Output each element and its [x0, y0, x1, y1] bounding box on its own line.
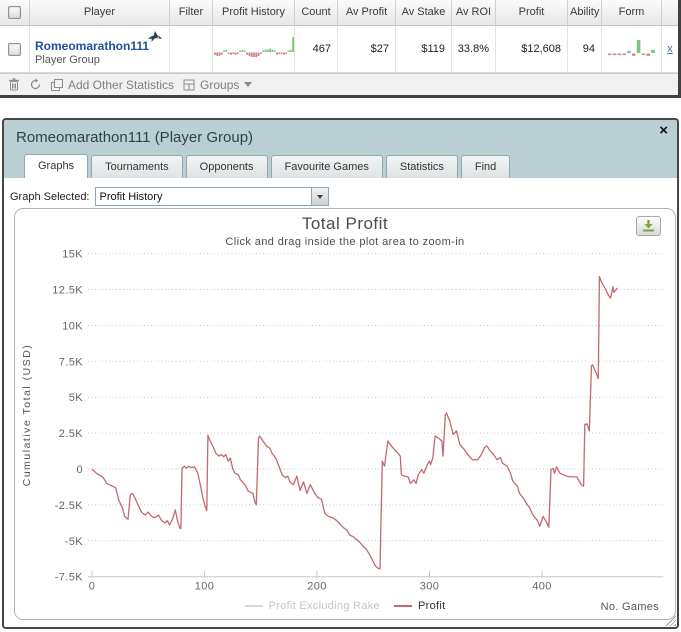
tab-find[interactable]: Find [460, 155, 511, 178]
column-header-av-stake[interactable]: Av Stake [396, 0, 452, 25]
x-axis-title: No. Games [600, 601, 659, 613]
av-profit-cell: $27 [338, 26, 396, 72]
table-row: Romeomarathon111 Player Group 467 $27 $1… [0, 26, 678, 73]
refresh-button[interactable] [29, 78, 42, 91]
chart-title: Total Profit [301, 214, 389, 233]
form-sparkline [607, 39, 655, 56]
profit-history-cell[interactable] [213, 26, 295, 72]
dialog-header[interactable]: Romeomarathon111 (Player Group) × Graphs… [4, 120, 677, 178]
download-chart-button[interactable] [636, 216, 661, 236]
svg-text:400: 400 [532, 581, 552, 593]
groups-dropdown-arrow-icon [244, 82, 253, 87]
av-stake-cell: $119 [396, 26, 452, 72]
form-cell[interactable] [602, 26, 662, 72]
dialog-body: Graph Selected: Profit History 15K 12.5K 1… [4, 178, 677, 620]
row-checkbox-cell[interactable] [0, 26, 30, 72]
legend-item-profit[interactable]: Profit [393, 600, 446, 612]
svg-text:15K: 15K [62, 249, 83, 261]
column-header-remove [662, 0, 678, 25]
legend-line-swatch [244, 605, 263, 607]
select-arrow-button[interactable] [310, 188, 328, 205]
svg-text:100: 100 [195, 581, 215, 593]
remove-row-link[interactable]: x [667, 43, 673, 55]
add-statistics-icon [51, 78, 63, 91]
player-cell: Romeomarathon111 Player Group [30, 26, 170, 72]
refresh-icon [30, 78, 41, 90]
filter-cell[interactable] [170, 26, 213, 72]
groups-label: Groups [200, 77, 240, 92]
player-dialog: Romeomarathon111 (Player Group) × Graphs… [2, 118, 679, 629]
select-all-checkbox-cell[interactable] [0, 0, 30, 25]
svg-text:300: 300 [420, 581, 440, 593]
row-checkbox[interactable] [8, 42, 21, 56]
chart-legend: Profit Excluding Rake Profit [15, 600, 675, 612]
chart-subtitle: Click and drag inside the plot area to z… [225, 236, 465, 248]
svg-text:0: 0 [89, 581, 96, 593]
close-icon[interactable]: × [659, 123, 668, 138]
svg-text:12.5K: 12.5K [52, 285, 83, 297]
column-header-ability[interactable]: Ability [568, 0, 602, 25]
graph-selected-label: Graph Selected: [10, 190, 90, 203]
table-header-row: Player Filter Profit History Count Av Pr… [0, 0, 678, 26]
profit-history-sparkline [213, 37, 294, 58]
add-other-statistics-button[interactable]: Add Other Statistics [51, 78, 174, 92]
column-header-form[interactable]: Form [602, 0, 662, 25]
dialog-title: Romeomarathon111 (Player Group) [16, 129, 254, 146]
column-header-av-roi[interactable]: Av ROI [452, 0, 496, 25]
tab-favourite-games[interactable]: Favourite Games [270, 155, 383, 178]
table-toolbar: Add Other Statistics Groups [0, 73, 678, 95]
groups-icon [183, 79, 195, 90]
player-stats-table: Player Filter Profit History Count Av Pr… [0, 0, 681, 98]
tab-graphs[interactable]: Graphs [24, 154, 89, 178]
column-header-count[interactable]: Count [295, 0, 338, 25]
svg-text:-7.5K: -7.5K [55, 572, 84, 584]
svg-text:Cumulative Total (USD): Cumulative Total (USD) [21, 344, 33, 487]
svg-text:2.5K: 2.5K [59, 428, 83, 440]
legend-label: Profit [417, 600, 446, 612]
remove-row-cell[interactable]: x [662, 26, 678, 72]
profit-cell: $12,608 [496, 26, 568, 72]
svg-text:5K: 5K [69, 392, 84, 404]
svg-text:10K: 10K [62, 320, 83, 332]
graph-select-dropdown[interactable]: Profit History [94, 187, 329, 206]
trash-icon [9, 78, 19, 91]
count-cell: 467 [295, 26, 338, 72]
groups-button[interactable]: Groups [183, 77, 253, 92]
chart-plot-area[interactable]: 15K 12.5K 10K 7.5K 5K 2.5K 0 -2.5K -5K -7.5K 0 100 2… [15, 209, 677, 621]
legend-line-swatch [393, 605, 412, 607]
svg-text:7.5K: 7.5K [59, 356, 83, 368]
column-header-player[interactable]: Player [30, 0, 170, 25]
graph-select-value: Profit History [99, 190, 163, 203]
ability-cell: 94 [568, 26, 602, 72]
delete-button[interactable] [8, 78, 20, 91]
tab-tournaments[interactable]: Tournaments [91, 155, 183, 178]
svg-text:0: 0 [76, 464, 83, 476]
svg-text:-2.5K: -2.5K [55, 500, 84, 512]
add-other-statistics-label: Add Other Statistics [68, 77, 175, 92]
av-roi-cell: 33.8% [452, 26, 496, 72]
select-all-checkbox[interactable] [8, 6, 21, 19]
chevron-down-icon [316, 194, 323, 199]
graph-select-row: Graph Selected: Profit History [10, 187, 677, 206]
shark-icon [146, 29, 163, 46]
column-header-filter[interactable]: Filter [170, 0, 213, 25]
download-icon [643, 220, 654, 232]
svg-text:-5K: -5K [65, 536, 84, 548]
svg-text:200: 200 [307, 581, 327, 593]
tab-opponents[interactable]: Opponents [185, 155, 268, 178]
player-type-label: Player Group [35, 54, 100, 66]
tab-statistics[interactable]: Statistics [385, 155, 458, 178]
column-header-profit[interactable]: Profit [496, 0, 568, 25]
column-header-av-profit[interactable]: Av Profit [338, 0, 396, 25]
legend-item-profit-excluding-rake[interactable]: Profit Excluding Rake [244, 600, 380, 612]
column-header-profit-history[interactable]: Profit History [213, 0, 295, 25]
legend-label: Profit Excluding Rake [268, 600, 380, 612]
profit-chart-panel: 15K 12.5K 10K 7.5K 5K 2.5K 0 -2.5K -5K -7.5K 0 100 2… [14, 208, 676, 620]
dialog-tabs: Graphs Tournaments Opponents Favourite Game… [16, 146, 665, 178]
